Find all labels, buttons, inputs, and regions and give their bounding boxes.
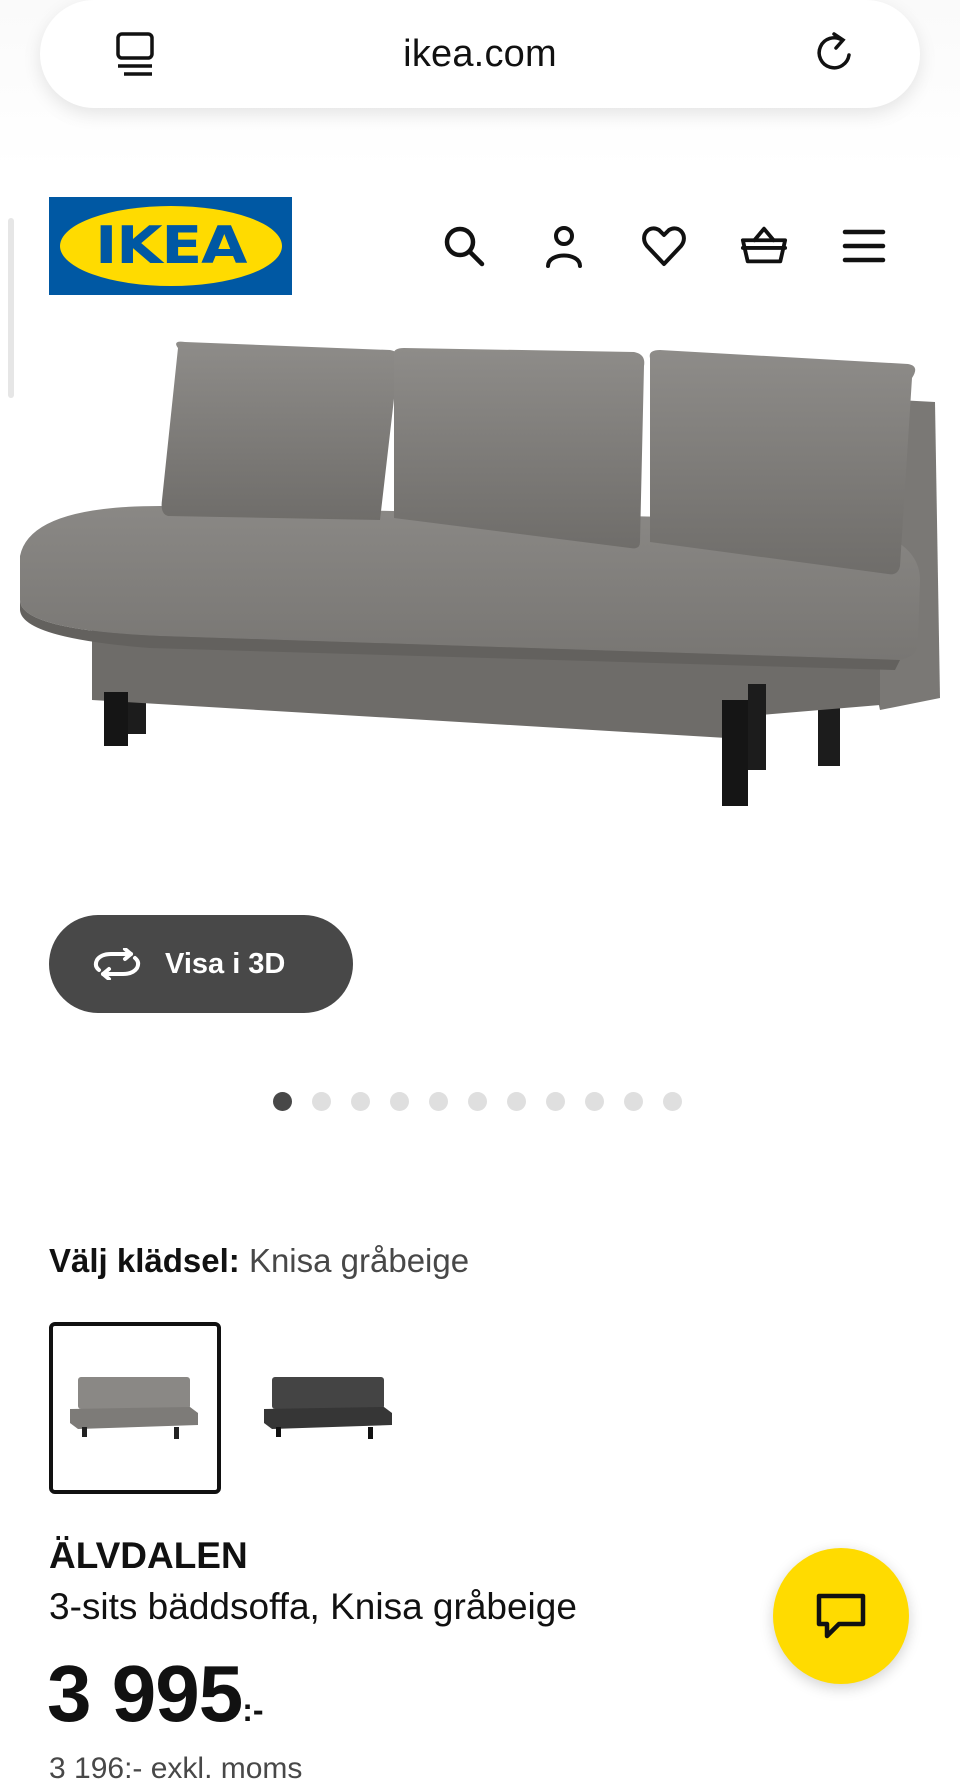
heart-icon[interactable] [640, 222, 688, 270]
header-icons [440, 222, 888, 270]
account-icon[interactable] [540, 222, 588, 270]
ikea-logo[interactable]: IKEA [49, 197, 292, 295]
pagination-dot[interactable] [468, 1092, 487, 1111]
chat-icon [816, 1593, 866, 1639]
swatch-dark-grey[interactable] [243, 1322, 415, 1494]
price-suffix: :- [242, 1692, 264, 1728]
pagination-dot[interactable] [546, 1092, 565, 1111]
image-pagination [273, 1092, 682, 1111]
url-text: ikea.com [403, 32, 557, 75]
product-name: ÄLVDALEN [49, 1535, 248, 1576]
basket-icon[interactable] [740, 222, 788, 270]
pagination-dot[interactable] [273, 1092, 292, 1111]
chat-button[interactable] [773, 1548, 909, 1684]
product-price: 3 995 :- [47, 1648, 264, 1740]
upholstery-swatches [49, 1322, 415, 1494]
search-icon[interactable] [440, 222, 488, 270]
price-excl-vat: 3 196:- exkl. moms [49, 1752, 303, 1785]
swatch-knisa-grabeige[interactable] [49, 1322, 221, 1494]
product-description: 3-sits bäddsoffa, Knisa gråbeige [49, 1586, 577, 1627]
menu-icon[interactable] [840, 222, 888, 270]
browser-chrome: ikea.com [0, 0, 960, 170]
view-3d-button[interactable]: Visa i 3D [49, 915, 353, 1013]
logo-text: IKEA [94, 216, 247, 276]
address-bar[interactable]: ikea.com [40, 0, 920, 108]
product-image[interactable] [0, 320, 960, 930]
upholstery-label: Välj klädsel: [49, 1242, 240, 1279]
price-value: 3 995 [47, 1649, 243, 1738]
upholstery-value: Knisa gråbeige [248, 1242, 470, 1279]
pagination-dot[interactable] [312, 1092, 331, 1111]
pagination-dot[interactable] [390, 1092, 409, 1111]
pagination-dot[interactable] [663, 1092, 682, 1111]
pagination-dot[interactable] [624, 1092, 643, 1111]
pagination-dot[interactable] [507, 1092, 526, 1111]
reload-icon[interactable] [812, 30, 858, 76]
upholstery-selector-label: Välj klädsel: Knisa gråbeige [49, 1242, 469, 1280]
pagination-dot[interactable] [429, 1092, 448, 1111]
view-3d-label: Visa i 3D [165, 947, 286, 980]
tabs-icon[interactable] [114, 30, 158, 78]
pagination-dot[interactable] [585, 1092, 604, 1111]
rotate-3d-icon [93, 948, 141, 980]
pagination-dot[interactable] [351, 1092, 370, 1111]
